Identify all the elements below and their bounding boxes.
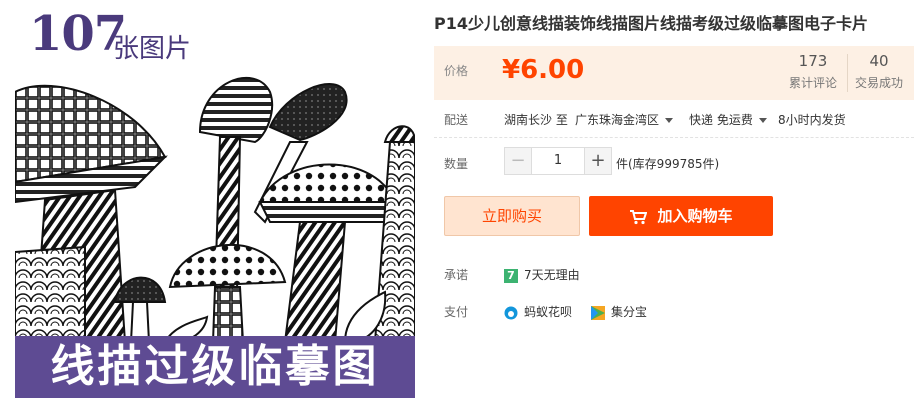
- stock-info: 件(库存999785件): [616, 157, 720, 171]
- payment-huabei[interactable]: 蚂蚁花呗: [504, 303, 572, 320]
- seven-day-icon: 7: [504, 268, 518, 283]
- jifenbao-icon: [591, 305, 605, 320]
- reviews-stat[interactable]: 173 累计评论: [783, 52, 843, 91]
- divider: [434, 137, 914, 138]
- shipping-label: 配送: [444, 113, 469, 127]
- add-to-cart-label: 加入购物车: [657, 207, 733, 225]
- price-box: 价格 ¥6.00 173 累计评论 40 交易成功: [434, 46, 914, 100]
- mushroom-line-art: [15, 76, 415, 342]
- image-banner: 线描过级临摹图: [15, 336, 415, 398]
- image-count-number: 107: [29, 6, 127, 62]
- add-to-cart-button[interactable]: 加入购物车: [589, 196, 773, 236]
- dispatch-time: 8小时内发货: [778, 113, 846, 127]
- cart-icon: [630, 209, 648, 224]
- sales-label: 交易成功: [854, 76, 903, 90]
- image-count-unit: 张图片: [113, 34, 192, 64]
- product-main-image[interactable]: 107 张图片 线描过级临摹图: [15, 0, 425, 418]
- payment-huabei-text: 蚂蚁花呗: [524, 305, 573, 319]
- chevron-down-icon: [758, 118, 767, 123]
- shipping-from: 湖南长沙 至: [504, 113, 568, 127]
- product-title: P14少儿创意线描装饰线描图片线描考级过级临摹图电子卡片: [434, 14, 868, 33]
- return-policy-text: 7天无理由: [524, 268, 580, 282]
- increase-button[interactable]: +: [584, 147, 612, 175]
- shipping-method[interactable]: 快递 免运费: [689, 111, 767, 128]
- quantity-stepper: − 1 +: [504, 147, 612, 175]
- shipping-destination[interactable]: 广东珠海金湾区: [575, 111, 674, 128]
- shipping-destination-text: 广东珠海金湾区: [575, 113, 660, 127]
- payment-jifenbao[interactable]: 集分宝: [591, 303, 647, 320]
- stat-divider: [847, 54, 848, 92]
- reviews-label: 累计评论: [788, 76, 837, 90]
- return-policy[interactable]: 7 7天无理由: [504, 266, 580, 283]
- quantity-label: 数量: [444, 157, 469, 171]
- price-value: ¥6.00: [502, 55, 585, 85]
- quantity-input[interactable]: 1: [532, 147, 584, 175]
- decrease-button[interactable]: −: [504, 147, 532, 175]
- sales-count: 40: [869, 52, 889, 70]
- buy-now-button[interactable]: 立即购买: [444, 196, 580, 236]
- shipping-method-text: 快递 免运费: [689, 113, 753, 127]
- price-label: 价格: [444, 64, 469, 78]
- reviews-count: 173: [798, 52, 828, 70]
- huabei-icon: [504, 306, 518, 319]
- promise-label: 承诺: [444, 268, 469, 282]
- payment-label: 支付: [444, 305, 469, 319]
- payment-jifenbao-text: 集分宝: [611, 305, 648, 319]
- chevron-down-icon: [665, 118, 674, 123]
- sales-stat: 40 交易成功: [849, 52, 909, 91]
